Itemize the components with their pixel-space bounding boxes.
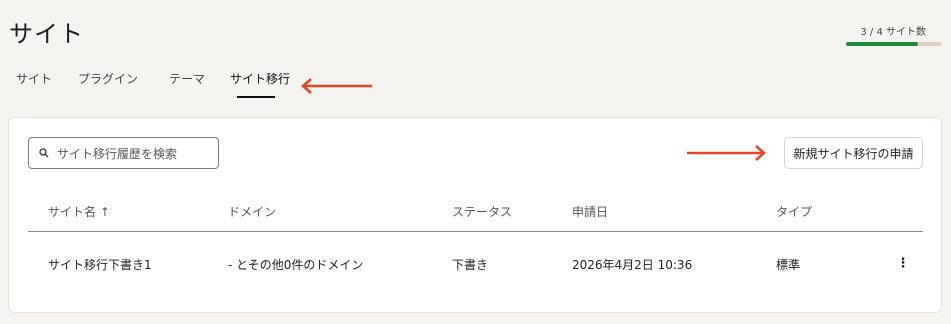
cell-status: 下書き	[452, 258, 489, 272]
active-tab-indicator	[237, 96, 275, 98]
column-header-site-name[interactable]: サイト名 ↑	[48, 203, 110, 220]
site-usage-meter: 3 / 4 サイト数	[846, 23, 942, 46]
row-menu-icon[interactable]: ⋮	[896, 254, 910, 272]
search-placeholder: サイト移行履歴を検索	[57, 146, 178, 161]
table-header: サイト名 ↑ ドメイン ステータス 申請日 タイプ	[28, 192, 923, 232]
column-header-domain: ドメイン	[228, 205, 277, 219]
tab-site-migration[interactable]: サイト移行	[230, 70, 290, 87]
site-usage-track	[846, 42, 942, 46]
column-header-type: タイプ	[776, 205, 813, 219]
column-header-status: ステータス	[452, 205, 513, 219]
tab-sites[interactable]: サイト	[16, 70, 52, 87]
tab-plugins[interactable]: プラグイン	[78, 70, 138, 87]
left-arrow-icon	[301, 78, 372, 94]
cell-domain: - とその他0件のドメイン	[228, 258, 364, 272]
cell-date: 2026年4月2日 10:36	[572, 258, 693, 272]
table-row[interactable]: サイト移行下書き1 - とその他0件のドメイン 下書き 2026年4月2日 10…	[28, 233, 923, 293]
migration-card: サイト移行履歴を検索 新規サイト移行の申請 サイト名 ↑ ドメイン ステータス …	[8, 117, 942, 313]
page-title: サイト	[9, 20, 84, 48]
tab-themes[interactable]: テーマ	[169, 70, 205, 87]
site-usage-fill	[846, 42, 918, 46]
column-header-date: 申請日	[572, 205, 609, 219]
cell-type: 標準	[776, 258, 801, 272]
new-migration-button[interactable]: 新規サイト移行の申請	[784, 137, 923, 169]
site-usage-label: 3 / 4 サイト数	[860, 27, 926, 38]
search-input[interactable]: サイト移行履歴を検索	[28, 137, 219, 169]
right-arrow-icon	[687, 145, 766, 161]
cell-site-name[interactable]: サイト移行下書き1	[48, 256, 152, 273]
search-icon	[39, 148, 49, 158]
